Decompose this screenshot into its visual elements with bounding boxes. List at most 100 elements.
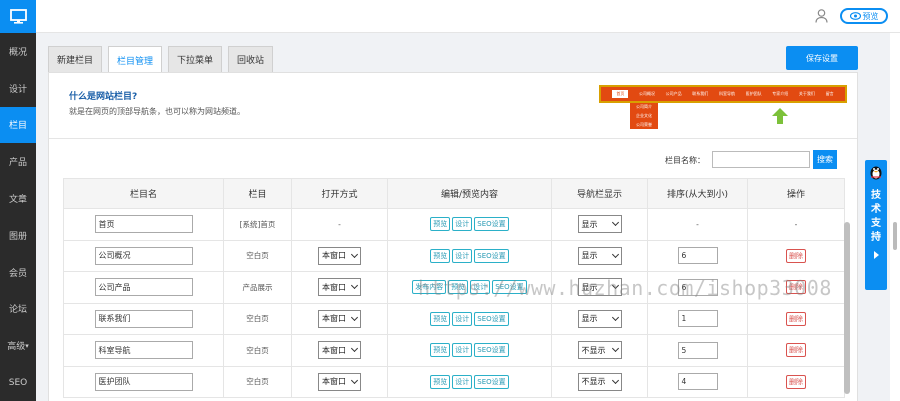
nav-demo-dropdown-item: 公司荣誉 <box>636 121 652 127</box>
column-name-input[interactable]: 公司产品 <box>94 278 193 297</box>
edit-button-3[interactable]: SEO设置 <box>492 280 527 295</box>
operation-cell: 删除 <box>747 239 845 272</box>
sidebar-item-5[interactable]: 图册 <box>0 217 36 254</box>
type-cell: 空白页 <box>223 365 292 398</box>
delete-button[interactable]: 删除 <box>786 280 806 295</box>
edit-button-1[interactable]: 设计 <box>452 374 473 389</box>
name-cell: 公司产品 <box>63 271 224 304</box>
column-name-input[interactable]: 首页 <box>94 215 193 234</box>
tab-1[interactable]: 栏目管理 <box>108 46 163 74</box>
edit-button-0[interactable]: 预览 <box>430 248 451 263</box>
delete-button[interactable]: 删除 <box>786 343 806 358</box>
order-input[interactable]: 5 <box>677 341 718 359</box>
nav-demo-item: 联系我们 <box>692 91 709 96</box>
sidebar-item-7[interactable]: 论坛 <box>0 291 36 328</box>
edit-button-2[interactable]: SEO设置 <box>474 311 509 326</box>
column-name-input[interactable]: 联系我们 <box>94 309 193 328</box>
open-mode-select[interactable]: 本窗口 <box>318 309 361 328</box>
edit-button-2[interactable]: SEO设置 <box>474 248 509 263</box>
sidebar-item-0[interactable]: 概况 <box>0 33 36 70</box>
open-mode-select[interactable]: 本窗口 <box>318 372 361 391</box>
save-settings-button[interactable]: 保存设置 <box>786 46 858 70</box>
search-button[interactable]: 搜索 <box>813 150 837 169</box>
delete-button[interactable]: 删除 <box>786 248 806 263</box>
nav-demo-dropdown: 公司简介 企业文化 公司荣誉 <box>630 103 658 129</box>
edit-button-1[interactable]: 设计 <box>452 217 473 232</box>
sidebar-item-9[interactable]: SEO <box>0 364 36 401</box>
edit-preview-cell: 预览 设计 SEO设置 <box>387 302 552 335</box>
table-header-cell: 导航栏显示 <box>551 178 648 209</box>
order-input[interactable]: 4 <box>677 373 718 391</box>
nav-display-select[interactable]: 显示 <box>577 246 622 265</box>
nav-demo-item: 留言 <box>825 91 834 96</box>
open-mode-value: 本窗口 <box>322 314 346 324</box>
nav-display-value: 显示 <box>581 282 598 292</box>
column-name-input[interactable]: 公司概况 <box>94 246 193 265</box>
operation-cell: 删除 <box>747 302 845 335</box>
tab-2[interactable]: 下拉菜单 <box>168 46 223 72</box>
edit-button-2[interactable]: SEO设置 <box>474 374 509 389</box>
edit-button-2[interactable]: SEO设置 <box>474 217 509 232</box>
name-cell: 公司概况 <box>63 239 224 272</box>
open-mode-value: 本窗口 <box>322 377 346 387</box>
sidebar-item-6[interactable]: 会员 <box>0 254 36 291</box>
nav-display-select[interactable]: 不显示 <box>577 372 622 391</box>
edit-preview-cell: 预览 设计 SEO设置 <box>387 239 552 272</box>
sidebar-item-3[interactable]: 产品 <box>0 143 36 180</box>
tab-0[interactable]: 新建栏目 <box>48 46 103 72</box>
preview-button[interactable]: 预览 <box>840 8 888 24</box>
delete-button[interactable]: 删除 <box>786 374 806 389</box>
open-mode-select[interactable]: 本窗口 <box>318 246 361 265</box>
edit-preview-cell: 预览 设计 SEO设置 <box>387 365 552 398</box>
open-mode-cell: 本窗口 <box>291 239 388 272</box>
nav-display-select[interactable]: 不显示 <box>577 341 622 360</box>
column-name-input[interactable]: 科室导航 <box>94 341 193 360</box>
open-mode-cell: - <box>291 208 388 241</box>
open-mode-select[interactable]: 本窗口 <box>318 278 361 297</box>
delete-button[interactable]: 删除 <box>786 311 806 326</box>
edit-button-0[interactable]: 预览 <box>430 343 451 358</box>
table-header-cell: 编辑/预览内容 <box>387 178 552 209</box>
order-cell: - <box>647 208 748 241</box>
monitor-logo-icon[interactable] <box>0 0 36 33</box>
edit-button-0[interactable]: 预览 <box>430 217 451 232</box>
tab-3[interactable]: 回收站 <box>228 46 274 72</box>
sidebar-item-2[interactable]: 栏目 <box>0 106 36 144</box>
edit-button-0[interactable]: 预览 <box>430 374 451 389</box>
sidebar-item-label: 文章 <box>8 195 27 206</box>
edit-button-2[interactable]: SEO设置 <box>474 343 509 358</box>
edit-button-0[interactable]: 发布内容 <box>412 280 447 295</box>
edit-button-1[interactable]: 设计 <box>452 343 473 358</box>
table-body: 首页 [系统]首页 - 预览 设计 SEO设置 显示 - - 公司概况 空白页 本窗口 预览 设计 SEO设… <box>63 208 845 398</box>
edit-button-1[interactable]: 设计 <box>452 248 473 263</box>
order-input[interactable]: 6 <box>677 278 718 296</box>
page-scroll-track <box>890 33 900 401</box>
order-input[interactable]: 1 <box>677 310 718 328</box>
tech-support-widget[interactable]: 技术支持 <box>865 160 887 290</box>
page-scrollbar[interactable] <box>893 222 897 250</box>
open-mode-cell: 本窗口 <box>291 365 388 398</box>
column-name-input[interactable]: 医护团队 <box>94 372 193 391</box>
sidebar-item-4[interactable]: 文章 <box>0 180 36 217</box>
nav-display-select[interactable]: 显示 <box>577 215 622 234</box>
edit-button-2[interactable]: 设计 <box>470 280 491 295</box>
edit-button-1[interactable]: 设计 <box>452 311 473 326</box>
edit-button-1[interactable]: 预览 <box>448 280 469 295</box>
sidebar-item-1[interactable]: 设计 <box>0 70 36 107</box>
sidebar-item-8[interactable]: 高级 ▾ <box>0 327 36 364</box>
table-row: 首页 [系统]首页 - 预览 设计 SEO设置 显示 - - <box>63 208 845 241</box>
column-name-search-input[interactable] <box>712 151 810 168</box>
order-input[interactable]: 6 <box>677 247 718 265</box>
table-scrollbar[interactable] <box>844 222 850 394</box>
nav-display-select[interactable]: 显示 <box>577 309 622 328</box>
chevron-down-icon <box>350 376 359 384</box>
user-icon[interactable] <box>815 9 828 26</box>
sidebar: 概况 设计 栏目 产品文章图册 会员 论坛 高级 ▾ SEO <box>0 0 36 401</box>
nav-display-select[interactable]: 显示 <box>577 278 622 297</box>
tab-bar: 新建栏目 栏目管理 下拉菜单 回收站 <box>48 46 274 74</box>
edit-button-0[interactable]: 预览 <box>430 311 451 326</box>
chevron-down-icon <box>350 250 359 258</box>
info-box: 什么是网站栏目? 就是在网页的顶部导航条，也可以称为网站频道。 首页 公司概况 公司… <box>49 73 857 139</box>
caret-down-icon: ▾ <box>25 341 29 350</box>
open-mode-select[interactable]: 本窗口 <box>318 341 361 360</box>
